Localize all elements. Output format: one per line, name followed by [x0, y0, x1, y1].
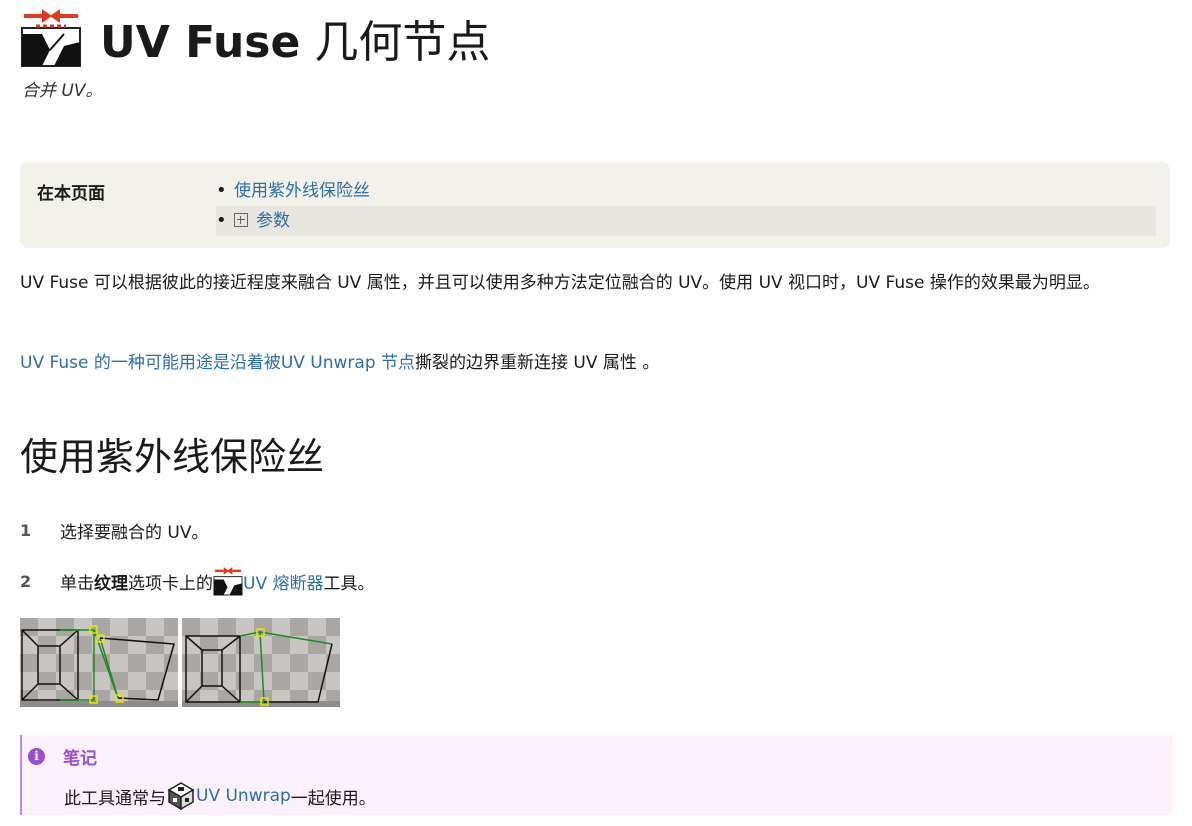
step-text: 选择要融合的 UV。	[60, 523, 209, 543]
uv-fuse-icon	[21, 9, 81, 67]
info-icon: i	[28, 748, 45, 765]
uv-unwrap-link[interactable]: UV Unwrap	[196, 786, 291, 806]
step-number: 2	[20, 571, 32, 591]
uv-after-image	[182, 618, 340, 707]
note-header: i 笔记	[28, 744, 97, 769]
toc-link-usage[interactable]: 使用紫外线保险丝	[234, 181, 370, 201]
note-title: 笔记	[63, 749, 97, 769]
uv-unwrap-node-link[interactable]: UV Fuse 的一种可能用途是沿着被UV Unwrap 节点	[20, 353, 415, 373]
toc-item-parameters[interactable]: 参数	[216, 206, 1156, 236]
toc-list: 使用紫外线保险丝 参数	[216, 176, 1156, 236]
page-header: UV Fuse 几何节点	[20, 4, 490, 70]
page-summary: 合并 UV。	[22, 81, 103, 101]
intro-paragraph: UV Fuse 可以根据彼此的接近程度来融合 UV 属性，并且可以使用多种方法定…	[20, 273, 1100, 293]
example-images	[20, 618, 340, 707]
step-1: 1 选择要融合的 UV。	[20, 518, 208, 543]
uv-fuse-icon	[213, 566, 243, 596]
expand-plus-icon[interactable]	[234, 213, 248, 227]
note-body: 此工具通常与 UV Unwrap 一起使用。	[64, 781, 376, 811]
toc-link-parameters[interactable]: 参数	[256, 211, 290, 231]
step-number: 1	[20, 521, 32, 540]
table-of-contents: 在本页面 使用紫外线保险丝 参数	[20, 162, 1170, 248]
uv-unwrap-icon	[167, 782, 195, 811]
textures-tab-label: 纹理	[94, 573, 128, 594]
toc-label: 在本页面	[37, 184, 105, 204]
toc-item-usage[interactable]: 使用紫外线保险丝	[216, 176, 1156, 206]
section-heading: 使用紫外线保险丝	[20, 435, 325, 479]
usage-paragraph: UV Fuse 的一种可能用途是沿着被UV Unwrap 节点撕裂的边界重新连接…	[20, 353, 660, 373]
page-title: UV Fuse 几何节点	[100, 17, 491, 68]
uv-fuse-tool-link[interactable]: UV 熔断器	[243, 569, 323, 594]
note-box: i 笔记 此工具通常与 UV Unwrap 一起使用。	[20, 735, 1172, 815]
step-2: 2 单击 纹理 选项卡上的 UV 熔断器 工具。	[20, 566, 374, 596]
uv-before-image	[20, 618, 178, 707]
